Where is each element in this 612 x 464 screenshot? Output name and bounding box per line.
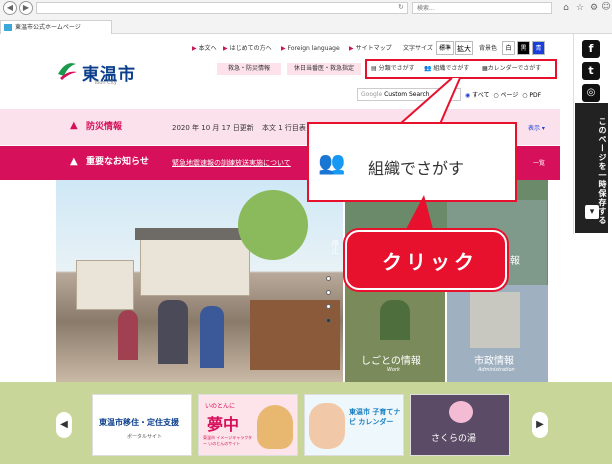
banner-migration[interactable]: 東温市移住・定住支援 ポータルサイト — [92, 394, 192, 456]
disaster-date: 2020 年 10 月 17 日更新 — [172, 124, 254, 132]
photo-person-3 — [118, 310, 138, 360]
banner-inoton[interactable]: いのとんに 夢中 東温市 イメージキャラクター いのとんのサイト — [198, 394, 298, 456]
link-first-visit[interactable]: ▶ はじめての方へ — [223, 44, 272, 54]
forward-icon[interactable]: ▶ — [19, 1, 33, 15]
font-size-label: 文字サイズ — [403, 45, 433, 52]
city-logo-icon — [58, 63, 77, 80]
slider-dot-4[interactable] — [326, 318, 331, 323]
notice-title: 重要なお知らせ — [86, 157, 149, 167]
banner-migration-sub: ポータルサイト — [127, 434, 163, 440]
tab-favicon-icon — [4, 24, 12, 31]
photo-person-2 — [200, 306, 224, 368]
photo-person-1 — [158, 300, 188, 364]
facebook-icon[interactable]: f — [582, 40, 600, 58]
logo-subtitle: Toon City — [94, 80, 117, 86]
bg-blue-button[interactable]: 青 — [532, 41, 545, 55]
inoton-character-icon — [257, 405, 293, 449]
notice-link[interactable]: 緊急地震速報の訓練放送実施について — [172, 158, 306, 168]
baby-photo — [309, 403, 345, 449]
browser-tab[interactable]: 東温市公式ホームページ — [0, 20, 112, 34]
link-foreign-language[interactable]: ▶ Foreign language — [281, 44, 340, 54]
favorites-icon[interactable]: ☆ — [574, 2, 586, 14]
photo-tree — [238, 190, 308, 260]
tile-admin-building — [470, 292, 520, 348]
banner-migration-title: 東温市移住・定住支援 — [99, 418, 179, 427]
photo-house-left — [76, 260, 134, 310]
carousel-next-button[interactable]: ▶ — [532, 412, 548, 438]
back-icon[interactable]: ◀ — [3, 1, 17, 15]
warning-icon: ▲ — [70, 120, 78, 131]
callout-organization-icon: 👥 — [318, 151, 346, 176]
banner-inoton-title: 夢中 — [207, 415, 240, 434]
tile-admin-label: 市政情報 — [474, 356, 514, 367]
click-pointer — [404, 195, 434, 233]
bg-white-button[interactable]: 白 — [502, 41, 515, 55]
banner-sakura-title: さくらの湯 — [431, 434, 477, 444]
banner-sakura[interactable]: さくらの湯 — [410, 394, 510, 456]
twitter-icon[interactable]: t — [582, 62, 600, 80]
link-skip-content[interactable]: ▶ 本文へ — [192, 44, 217, 54]
tile-top-right-label: 報 — [510, 256, 520, 267]
slider-dot-2[interactable] — [326, 290, 331, 295]
emergency-disaster-button[interactable]: 救急・防災情報 — [217, 63, 281, 75]
photo-house — [140, 236, 250, 296]
bg-black-button[interactable]: 黒 — [517, 41, 530, 55]
banner-inoton-sub: 東温市 イメージキャラクター いのとんのサイト — [203, 435, 253, 446]
page: ◀ ▶ ↻ 検索... ⌂ ☆ ⚙ ☺ 東温市公式ホームページ 東温市 Toon… — [0, 0, 612, 464]
bookmark-icon: ▾ — [585, 205, 599, 219]
tile-work-person — [380, 300, 410, 340]
holiday-doctor-button[interactable]: 休日当番医・救急指定 — [287, 63, 361, 75]
font-large-button[interactable]: 拡大 — [455, 41, 473, 55]
callout-pointer — [399, 78, 461, 125]
instagram-icon[interactable]: ◎ — [582, 84, 600, 102]
sakura-icon — [449, 401, 473, 423]
bg-color-label: 背景色 — [479, 45, 498, 52]
link-sitemap[interactable]: ▶ サイトマップ — [349, 44, 392, 54]
tile-admin-sub: Administration — [478, 367, 515, 373]
browser-search-input[interactable]: 検索... — [412, 2, 552, 14]
notice-warning-icon: ▲ — [70, 156, 78, 167]
banner-childcare-title: 東温市 子育てナビ カレンダー — [349, 408, 401, 426]
search-scope-radios[interactable]: ◉ すべて ○ ページ ○ PDF — [465, 90, 541, 99]
disaster-title: 防災情報 — [86, 122, 123, 132]
refresh-icon[interactable]: ↻ — [398, 3, 404, 11]
tile-work-label: しごとの情報 — [361, 356, 421, 367]
organization-icon: 👥 — [424, 65, 432, 72]
search-by-organization[interactable]: 👥 組織でさがす — [424, 63, 469, 75]
carousel-prev-button[interactable]: ◀ — [56, 412, 72, 438]
banner-inoton-top: いのとんに — [205, 403, 236, 410]
callout-text: 組織でさがす — [368, 159, 465, 178]
show-toggle[interactable]: 表示 ▾ — [528, 123, 545, 132]
slider-dot-1[interactable] — [326, 276, 331, 281]
slider-label: 停止 — [331, 240, 339, 254]
home-icon[interactable]: ⌂ — [560, 2, 572, 14]
click-text: クリック — [382, 250, 478, 274]
search-by-calendar[interactable]: ▦カレンダーでさがす — [482, 63, 541, 75]
photo-roof — [135, 228, 255, 240]
banner-childcare[interactable]: 東温市 子育てナビ カレンダー — [304, 394, 404, 456]
tab-title: 東温市公式ホームページ — [15, 24, 81, 31]
address-bar[interactable] — [36, 2, 408, 14]
tile-work-sub: Work — [387, 367, 400, 373]
notice-list-link[interactable]: 一覧 — [533, 158, 545, 167]
font-standard-button[interactable]: 標準 — [436, 41, 454, 55]
smiley-icon[interactable]: ☺ — [600, 1, 612, 13]
photo-fence — [250, 300, 340, 370]
search-by-category[interactable]: ▤ 分類でさがす — [371, 63, 415, 75]
slider-dot-3[interactable] — [326, 304, 331, 309]
settings-gear-icon[interactable]: ⚙ — [588, 2, 600, 14]
